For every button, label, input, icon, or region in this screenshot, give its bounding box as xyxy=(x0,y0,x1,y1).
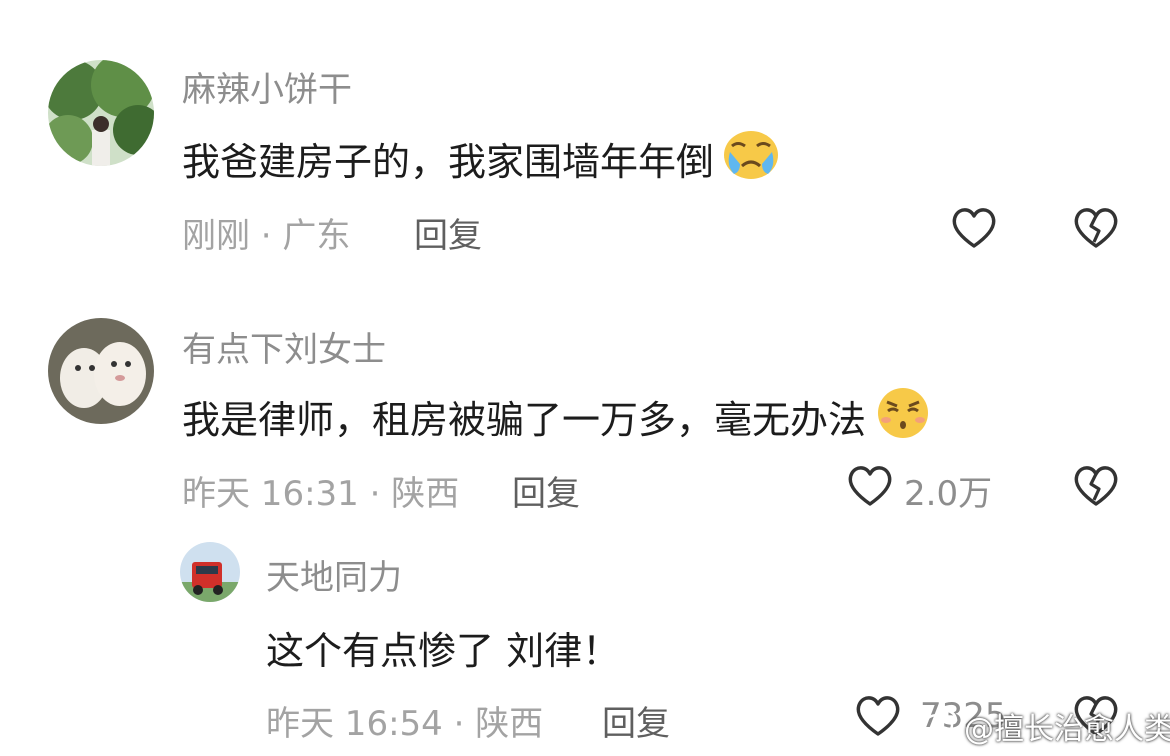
crying-face-emoji-icon xyxy=(722,128,780,189)
watermark: @擅长治愈人类 xyxy=(922,704,1170,748)
comment-meta: 刚刚 · 广东 xyxy=(182,216,351,256)
heart-icon[interactable] xyxy=(846,464,894,508)
broken-heart-icon[interactable] xyxy=(1072,206,1120,250)
watermark-text: @擅长治愈人类 xyxy=(964,712,1170,747)
reply-button[interactable]: 回复 xyxy=(414,208,482,257)
comment-text-body: 我爸建房子的，我家围墙年年倒 xyxy=(182,140,715,184)
comment-meta: 昨天 16:31 · 陕西 xyxy=(182,474,460,514)
weibo-logo-icon xyxy=(922,707,958,745)
broken-heart-icon[interactable] xyxy=(1072,464,1120,508)
speechless-face-emoji-icon xyxy=(874,386,932,447)
avatar[interactable] xyxy=(48,60,154,166)
comment-text: 我是律师，租房被骗了一万多，毫无办法 xyxy=(182,386,932,447)
reply-button[interactable]: 回复 xyxy=(512,466,580,515)
avatar[interactable] xyxy=(180,542,240,602)
reply-username[interactable]: 天地同力 xyxy=(266,550,402,599)
reply-button[interactable]: 回复 xyxy=(602,696,670,745)
like-count: 2.0万 xyxy=(904,474,993,514)
heart-icon[interactable] xyxy=(950,206,998,250)
avatar[interactable] xyxy=(48,318,154,424)
comment-text-body: 我是律师，租房被骗了一万多，毫无办法 xyxy=(182,398,867,442)
reply-text: 这个有点惨了 刘律！ xyxy=(266,629,621,673)
reply-meta: 昨天 16:54 · 陕西 xyxy=(266,704,544,744)
heart-icon[interactable] xyxy=(854,694,902,738)
comment-username[interactable]: 有点下刘女士 xyxy=(182,322,386,371)
comment-username[interactable]: 麻辣小饼干 xyxy=(182,62,352,111)
comment-text: 我爸建房子的，我家围墙年年倒 xyxy=(182,128,780,189)
